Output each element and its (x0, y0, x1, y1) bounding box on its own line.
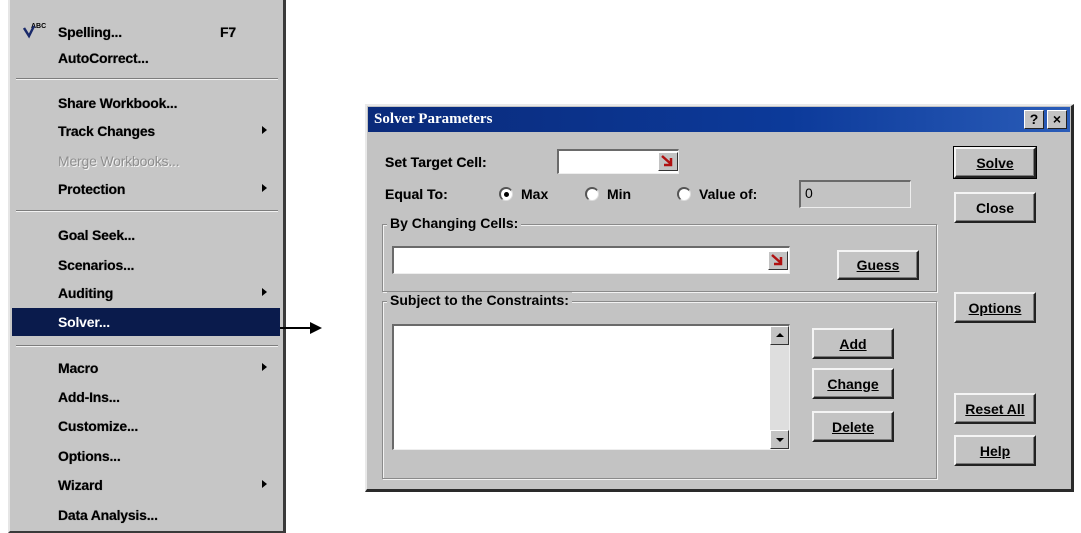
menu-item-customize[interactable]: Customize... (12, 413, 280, 438)
close-title-button[interactable]: × (1047, 110, 1067, 129)
menu-item-label: AutoCorrect... (58, 49, 149, 66)
scroll-down-button[interactable] (770, 430, 789, 449)
constraints-list[interactable] (392, 324, 790, 450)
by-changing-cells-input[interactable] (392, 246, 790, 274)
guess-button[interactable]: Guess (837, 250, 919, 280)
menu-item-data-analysis[interactable]: Data Analysis... (12, 502, 280, 527)
submenu-arrow-icon (262, 480, 267, 488)
collapse-dialog-icon[interactable] (658, 152, 678, 171)
radio-min-label: Min (607, 186, 632, 202)
help-button-label: Help (979, 442, 1011, 459)
menu-item-label: Merge Workbooks... (58, 152, 180, 169)
change-button[interactable]: Change (812, 368, 894, 399)
menu-separator (16, 345, 278, 347)
menu-item-share-workbook[interactable]: Share Workbook... (12, 90, 280, 115)
change-button-label: Change (827, 375, 879, 392)
dialog-titlebar[interactable]: Solver Parameters ? × (368, 107, 1070, 132)
menu-item-macro[interactable]: Macro (12, 355, 280, 380)
menu-item-label: Goal Seek... (58, 226, 135, 243)
pointer-arrow-icon (280, 322, 322, 334)
menu-separator (16, 210, 278, 212)
menu-item-label: Solver... (58, 314, 110, 330)
delete-button[interactable]: Delete (812, 411, 894, 442)
menu-item-add-ins[interactable]: Add-Ins... (12, 384, 280, 409)
menu-separator (16, 78, 278, 80)
guess-button-label: Guess (856, 257, 900, 273)
scroll-up-button[interactable] (770, 326, 789, 345)
set-target-cell-label: Set Target Cell: (385, 154, 487, 170)
collapse-dialog-icon[interactable] (768, 251, 788, 270)
add-button[interactable]: Add (812, 328, 894, 359)
constraints-label: Subject to the Constraints: (387, 292, 572, 308)
menu-item-spelling[interactable]: Spelling... F7 (12, 19, 280, 44)
radio-dot (585, 187, 599, 201)
set-target-cell-input[interactable] (557, 149, 679, 174)
menu-item-label: Customize... (58, 417, 139, 434)
close-button-label: Close (975, 199, 1015, 216)
close-icon: × (1052, 111, 1062, 127)
menu-item-goal-seek[interactable]: Goal Seek... (12, 222, 280, 247)
value-of-input[interactable]: 0 (799, 180, 911, 208)
help-question-icon: ? (1029, 111, 1039, 127)
solve-button-label: Solve (976, 154, 1014, 171)
menu-item-label: Data Analysis... (58, 506, 158, 523)
add-button-label: Add (839, 335, 867, 352)
radio-min[interactable]: Min (585, 186, 631, 202)
options-button[interactable]: Options (954, 292, 1036, 323)
submenu-arrow-icon (262, 184, 267, 192)
options-button-label: Options (968, 299, 1022, 316)
submenu-arrow-icon (262, 363, 267, 371)
constraints-scrollbar[interactable] (770, 326, 789, 449)
menu-item-merge-workbooks: Merge Workbooks... (12, 148, 280, 173)
radio-dot (677, 187, 691, 201)
menu-item-wizard[interactable]: Wizard (12, 472, 280, 497)
radio-max[interactable]: Max (499, 186, 548, 202)
menu-item-track-changes[interactable]: Track Changes (12, 118, 280, 143)
scroll-up-icon (776, 333, 784, 337)
radio-max-label: Max (521, 186, 549, 202)
menu-item-label: Protection (58, 180, 126, 197)
help-title-button[interactable]: ? (1024, 110, 1044, 129)
menu-item-autocorrect[interactable]: AutoCorrect... (12, 45, 280, 70)
submenu-arrow-icon (262, 288, 267, 296)
dialog-title: Solver Parameters (374, 111, 493, 127)
menu-item-auditing[interactable]: Auditing (12, 280, 280, 305)
help-button[interactable]: Help (954, 435, 1036, 466)
menu-item-options[interactable]: Options... (12, 443, 280, 468)
solve-button[interactable]: Solve (953, 146, 1037, 179)
menu-item-scenarios[interactable]: Scenarios... (12, 252, 280, 277)
menu-item-protection[interactable]: Protection (12, 176, 280, 201)
menu-item-label: Macro (58, 359, 99, 376)
radio-value-of[interactable]: Value of: (677, 186, 757, 202)
menu-item-label: Auditing (58, 284, 114, 301)
by-changing-cells-label: By Changing Cells: (387, 215, 522, 231)
menu-item-label: Spelling... (58, 23, 122, 40)
menu-item-label: Track Changes (58, 122, 155, 139)
radio-dot (499, 187, 513, 201)
menu-item-label: Options... (58, 447, 121, 464)
close-button[interactable]: Close (954, 192, 1036, 223)
value-of-value: 0 (805, 185, 813, 201)
tools-menu: ABC Spelling... F7 AutoCorrect... Share … (8, 0, 286, 533)
solver-parameters-dialog: Solver Parameters ? × Set Target Cell: E… (365, 104, 1074, 492)
menu-item-label: Wizard (58, 476, 103, 493)
menu-item-label: Add-Ins... (58, 388, 120, 405)
reset-all-button[interactable]: Reset All (954, 393, 1036, 424)
menu-item-label: Share Workbook... (58, 94, 178, 111)
delete-button-label: Delete (831, 418, 875, 435)
equal-to-label: Equal To: (385, 186, 448, 202)
submenu-arrow-icon (262, 126, 267, 134)
menu-item-label: Scenarios... (58, 256, 135, 273)
scroll-down-icon (776, 438, 784, 442)
reset-all-button-label: Reset All (965, 400, 1025, 417)
menu-item-solver[interactable]: Solver... (12, 308, 280, 336)
shortcut-label: F7 (220, 23, 236, 40)
radio-value-of-label: Value of: (699, 186, 758, 202)
